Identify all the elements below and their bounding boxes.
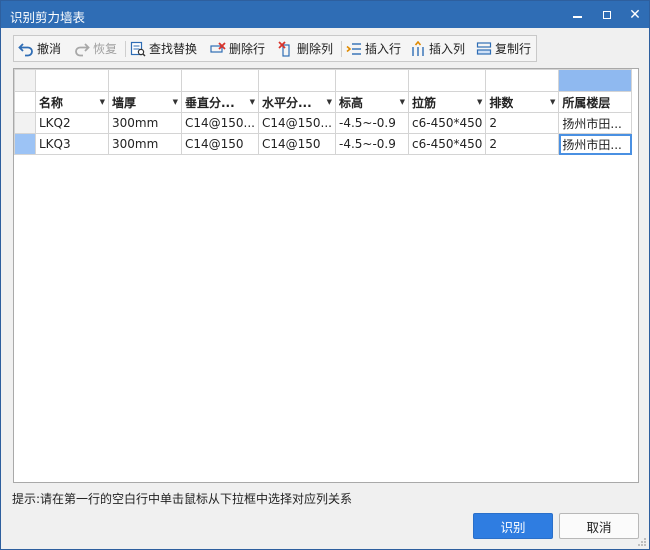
toolbar-separator bbox=[341, 41, 342, 57]
column-header-row: 名称 ▼ 墙厚 ▼ 垂直分... ▼ 水平分... ▼ 标高 ▼ 拉筋 ▼ 排数 ▼ 所属楼层 bbox=[14, 91, 633, 113]
table-cell[interactable]: 扬州市田... bbox=[558, 112, 633, 134]
insert-col-icon bbox=[410, 40, 426, 57]
dropdown-arrow-icon[interactable]: ▼ bbox=[173, 98, 178, 106]
find-replace-icon bbox=[130, 41, 146, 57]
table-cell[interactable]: LKQ3 bbox=[35, 133, 109, 155]
redo-button[interactable]: 恢复 bbox=[74, 36, 117, 61]
table-cell[interactable]: C14@150... bbox=[181, 112, 259, 134]
table-cell[interactable]: -4.5~-0.9 bbox=[335, 133, 409, 155]
redo-label: 恢复 bbox=[93, 42, 118, 56]
mapping-cell-selected[interactable] bbox=[558, 69, 633, 92]
column-header-label: 墙厚 bbox=[112, 95, 137, 110]
table-cell[interactable]: LKQ2 bbox=[35, 112, 109, 134]
delete-row-icon bbox=[210, 41, 226, 57]
find-replace-label: 查找替换 bbox=[149, 42, 198, 56]
insert-col-label: 插入列 bbox=[429, 42, 466, 56]
cancel-button[interactable]: 取消 bbox=[559, 513, 639, 539]
table-cell[interactable]: C14@150... bbox=[258, 112, 336, 134]
dropdown-arrow-icon[interactable]: ▼ bbox=[250, 98, 255, 106]
table-cell[interactable]: 300mm bbox=[108, 133, 182, 155]
grid-table: 名称 ▼ 墙厚 ▼ 垂直分... ▼ 水平分... ▼ 标高 ▼ 拉筋 ▼ 排数 ▼ 所属楼层… bbox=[14, 69, 633, 155]
mapping-cell[interactable] bbox=[181, 69, 259, 92]
mapping-cell[interactable] bbox=[485, 69, 560, 92]
column-header-label: 名称 bbox=[39, 95, 64, 110]
mapping-cell[interactable] bbox=[108, 69, 182, 92]
row-header[interactable] bbox=[14, 91, 36, 113]
dropdown-arrow-icon[interactable]: ▼ bbox=[477, 98, 482, 106]
column-header[interactable]: 墙厚 ▼ bbox=[108, 91, 182, 113]
undo-label: 撤消 bbox=[37, 42, 62, 56]
dropdown-arrow-icon[interactable]: ▼ bbox=[550, 98, 555, 106]
mapping-cell[interactable] bbox=[335, 69, 409, 92]
hint-text: 提示:请在第一行的空白行中单击鼠标从下拉框中选择对应列关系 bbox=[12, 492, 353, 506]
maximize-button[interactable] bbox=[593, 1, 621, 28]
table-cell[interactable]: C14@150 bbox=[258, 133, 336, 155]
column-header[interactable]: 所属楼层 bbox=[558, 91, 633, 113]
row-header-selected[interactable] bbox=[14, 133, 36, 155]
column-header[interactable]: 拉筋 ▼ bbox=[407, 91, 487, 113]
mapping-row bbox=[14, 69, 633, 92]
redo-icon bbox=[74, 41, 90, 57]
delete-col-button[interactable]: 删除列 bbox=[278, 36, 333, 61]
table-cell[interactable]: c6-450*450 bbox=[407, 112, 487, 134]
insert-col-button[interactable]: 插入列 bbox=[410, 36, 465, 61]
copy-row-button[interactable]: 复制行 bbox=[476, 36, 531, 61]
mapping-cell[interactable] bbox=[258, 69, 336, 92]
column-header-label: 标高 bbox=[339, 95, 364, 110]
table-cell[interactable]: C14@150 bbox=[181, 133, 259, 155]
mapping-cell[interactable] bbox=[407, 69, 487, 92]
dialog-window: 识别剪力墙表 ✕ 撤消 恢复 查找替换 删除行 删除列 插入行 插入列 复制行 … bbox=[0, 0, 650, 550]
column-header[interactable]: 排数 ▼ bbox=[485, 91, 560, 113]
find-replace-button[interactable]: 查找替换 bbox=[130, 36, 197, 61]
copy-row-label: 复制行 bbox=[495, 42, 532, 56]
close-icon: ✕ bbox=[629, 6, 641, 23]
table-cell[interactable]: c6-450*450 bbox=[407, 133, 487, 155]
minimize-icon bbox=[572, 15, 582, 18]
column-header-label: 垂直分... bbox=[185, 95, 235, 110]
minimize-button[interactable] bbox=[563, 1, 591, 28]
column-header-label: 所属楼层 bbox=[562, 95, 611, 110]
insert-row-icon bbox=[346, 41, 362, 57]
column-header[interactable]: 垂直分... ▼ bbox=[181, 91, 259, 113]
table-cell[interactable]: -4.5~-0.9 bbox=[335, 112, 409, 134]
mapping-cell[interactable] bbox=[35, 69, 109, 92]
table-cell[interactable]: 300mm bbox=[108, 112, 182, 134]
column-header-label: 排数 bbox=[489, 95, 514, 110]
dropdown-arrow-icon[interactable]: ▼ bbox=[100, 98, 105, 106]
toolbar: 撤消 恢复 查找替换 删除行 删除列 插入行 插入列 复制行 bbox=[13, 35, 537, 62]
column-header[interactable]: 标高 ▼ bbox=[335, 91, 409, 113]
resize-grip-icon[interactable] bbox=[637, 537, 647, 547]
delete-row-button[interactable]: 删除行 bbox=[210, 36, 265, 61]
insert-row-button[interactable]: 插入行 bbox=[346, 36, 401, 61]
delete-col-label: 删除列 bbox=[297, 42, 334, 56]
table-cell-focused[interactable]: 扬州市田... bbox=[558, 133, 633, 155]
column-header-label: 水平分... bbox=[262, 95, 312, 110]
window-title: 识别剪力墙表 bbox=[10, 10, 86, 25]
table-row: LKQ2 300mm C14@150... C14@150... -4.5~-0… bbox=[14, 112, 633, 134]
dropdown-arrow-icon[interactable]: ▼ bbox=[400, 98, 405, 106]
title-bar[interactable]: 识别剪力墙表 ✕ bbox=[1, 1, 649, 28]
column-header[interactable]: 名称 ▼ bbox=[35, 91, 109, 113]
data-grid[interactable]: 名称 ▼ 墙厚 ▼ 垂直分... ▼ 水平分... ▼ 标高 ▼ 拉筋 ▼ 排数 ▼ 所属楼层… bbox=[13, 68, 639, 483]
recognize-button[interactable]: 识别 bbox=[473, 513, 553, 539]
close-button[interactable]: ✕ bbox=[621, 1, 649, 28]
row-header[interactable] bbox=[14, 112, 36, 134]
column-header-label: 拉筋 bbox=[412, 95, 437, 110]
delete-col-icon bbox=[278, 40, 294, 57]
table-row: LKQ3 300mm C14@150 C14@150 -4.5~-0.9 c6-… bbox=[14, 133, 633, 155]
undo-icon bbox=[18, 41, 34, 57]
maximize-icon bbox=[603, 10, 611, 19]
copy-row-icon bbox=[476, 41, 492, 57]
table-cell[interactable]: 2 bbox=[485, 133, 560, 155]
insert-row-label: 插入行 bbox=[365, 42, 402, 56]
dropdown-arrow-icon[interactable]: ▼ bbox=[327, 98, 332, 106]
undo-button[interactable]: 撤消 bbox=[18, 36, 61, 61]
delete-row-label: 删除行 bbox=[229, 42, 266, 56]
row-header[interactable] bbox=[14, 69, 36, 92]
toolbar-separator bbox=[125, 41, 126, 57]
table-cell[interactable]: 2 bbox=[485, 112, 560, 134]
column-header[interactable]: 水平分... ▼ bbox=[258, 91, 336, 113]
